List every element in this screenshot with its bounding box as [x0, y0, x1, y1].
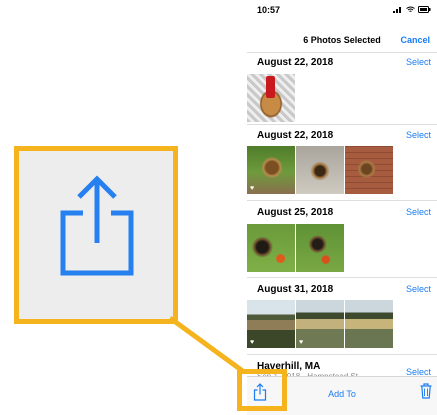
photo-thumbnail[interactable]	[345, 300, 393, 348]
section-date: August 22, 2018	[257, 130, 334, 141]
section-date: August 22, 2018	[257, 57, 334, 68]
signal-icon	[393, 7, 401, 13]
zoomed-share-callout	[14, 146, 178, 324]
divider	[247, 124, 437, 125]
cancel-button[interactable]: Cancel	[400, 35, 430, 45]
section-date: August 31, 2018	[257, 284, 334, 295]
phone-screen: 10:57 6 Photos Selected Cancel August 22…	[247, 0, 437, 415]
share-button-highlight	[237, 369, 287, 411]
photo-thumbnail[interactable]	[296, 146, 344, 194]
wifi-icon	[406, 6, 415, 12]
status-bar: 10:57	[247, 0, 437, 22]
divider	[247, 52, 437, 53]
select-button[interactable]: Select	[406, 284, 431, 294]
photo-thumbnail[interactable]	[345, 146, 393, 194]
select-button[interactable]: Select	[406, 57, 431, 67]
share-icon	[60, 175, 134, 276]
navigation-bar: 6 Photos Selected Cancel	[247, 30, 437, 50]
photo-thumbnail[interactable]	[247, 74, 295, 122]
photo-thumbnail[interactable]	[247, 224, 295, 272]
photo-thumbnail[interactable]: ♥	[247, 300, 295, 348]
photo-thumbnail[interactable]: ♥	[247, 146, 295, 194]
divider	[247, 277, 437, 278]
divider	[247, 354, 437, 355]
select-button[interactable]: Select	[406, 130, 431, 140]
select-button[interactable]: Select	[406, 207, 431, 217]
heart-icon: ♥	[250, 339, 255, 346]
trash-icon[interactable]	[420, 383, 432, 399]
photo-thumbnail[interactable]	[296, 224, 344, 272]
photo-thumbnail[interactable]: ♥	[296, 300, 344, 348]
battery-icon	[418, 6, 431, 13]
heart-icon: ♥	[250, 185, 255, 192]
status-time: 10:57	[257, 5, 281, 15]
divider	[247, 200, 437, 201]
section-date: August 25, 2018	[257, 207, 334, 218]
heart-icon: ♥	[299, 339, 304, 346]
